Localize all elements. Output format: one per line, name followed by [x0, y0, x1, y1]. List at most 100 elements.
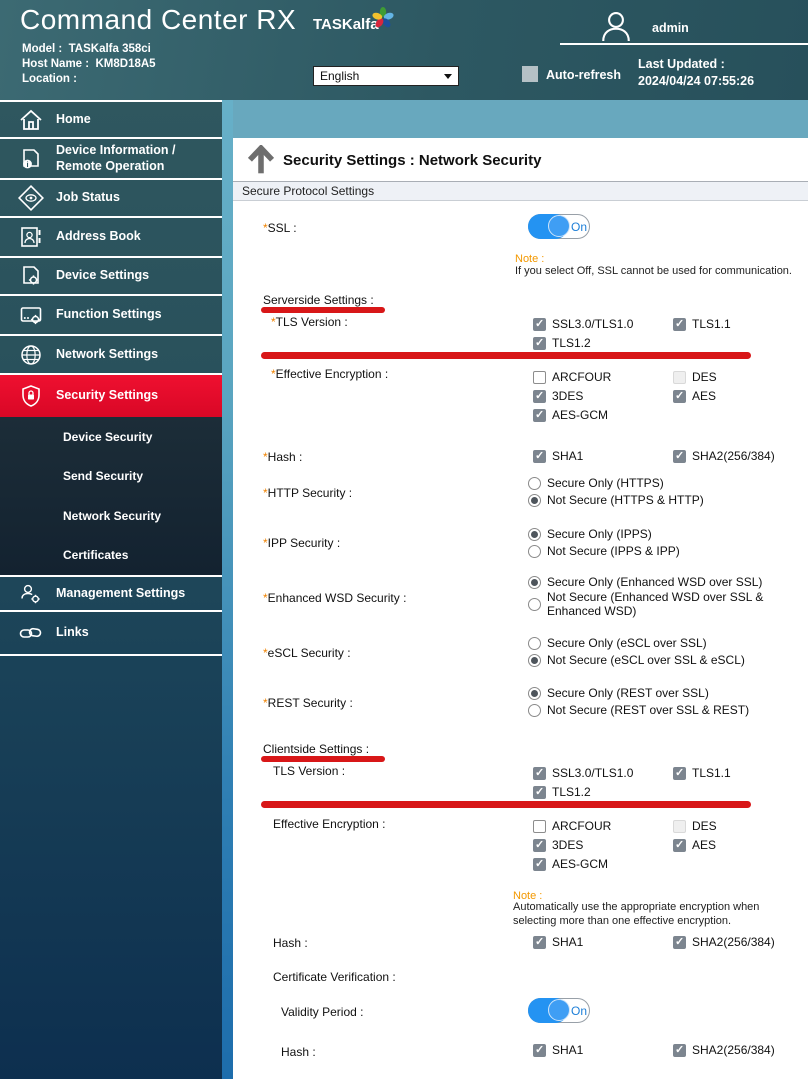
- header-divider: [560, 43, 808, 45]
- sidebar-subitem-certificates[interactable]: Certificates: [0, 536, 222, 576]
- checkbox-client-ssl30-tls10[interactable]: SSL3.0/TLS1.0: [533, 766, 633, 780]
- toggle-state-label: On: [569, 215, 589, 238]
- ssl-label: *SSL :: [263, 221, 297, 235]
- sidebar-accent-strip: [222, 100, 233, 1079]
- radio-circle: [528, 576, 541, 589]
- checkbox-tls11[interactable]: TLS1.1: [673, 317, 731, 331]
- auto-refresh-checkbox[interactable]: [522, 66, 538, 82]
- checkbox-aes[interactable]: AES: [673, 389, 716, 403]
- checkbox-client-aes-gcm[interactable]: AES-GCM: [533, 857, 608, 871]
- svg-text:i: i: [26, 160, 28, 169]
- checkbox-box: [533, 390, 546, 403]
- sidebar-item-function-settings[interactable]: Function Settings: [0, 296, 222, 336]
- checkbox-tls12[interactable]: TLS1.2: [533, 336, 591, 350]
- radio-http-secure-only[interactable]: Secure Only (HTTPS): [528, 476, 664, 490]
- checkbox-sha2[interactable]: SHA2(256/384): [673, 449, 775, 463]
- radio-wsd-secure-only[interactable]: Secure Only (Enhanced WSD over SSL): [528, 575, 762, 589]
- radio-escl-secure-only[interactable]: Secure Only (eSCL over SSL): [528, 636, 707, 650]
- radio-ipp-secure-only[interactable]: Secure Only (IPPS): [528, 527, 652, 541]
- radio-circle: [528, 545, 541, 558]
- content-top-band: [233, 100, 808, 138]
- auto-refresh-label: Auto-refresh: [546, 68, 621, 82]
- checkbox-box: [533, 318, 546, 331]
- checkbox-ssl30-tls10[interactable]: SSL3.0/TLS1.0: [533, 317, 633, 331]
- sidebar-item-management-settings[interactable]: Management Settings: [0, 577, 222, 612]
- checkbox-aes-gcm[interactable]: AES-GCM: [533, 408, 608, 422]
- sidebar-item-device-information[interactable]: i Device Information / Remote Operation: [0, 139, 222, 180]
- sidebar-item-links[interactable]: Links: [0, 612, 222, 656]
- pinwheel-icon: [371, 6, 395, 30]
- checkbox-arcfour[interactable]: ARCFOUR: [533, 370, 611, 384]
- home-icon: [18, 107, 44, 133]
- radio-ipp-not-secure[interactable]: Not Secure (IPPS & IPP): [528, 544, 680, 558]
- radio-escl-not-secure[interactable]: Not Secure (eSCL over SSL & eSCL): [528, 653, 745, 667]
- user-icon: [598, 8, 634, 44]
- back-up-arrow-icon[interactable]: [246, 145, 276, 177]
- checkbox-cert-sha1[interactable]: SHA1: [533, 1043, 583, 1057]
- checkbox-box: [673, 820, 686, 833]
- security-settings-submenu: Device Security Send Security Network Se…: [0, 417, 222, 577]
- sidebar-item-security-settings[interactable]: Security Settings: [0, 375, 222, 417]
- checkbox-client-des: DES: [673, 819, 717, 833]
- sidebar-item-address-book[interactable]: Address Book: [0, 218, 222, 258]
- job-status-icon: [18, 185, 44, 211]
- main-content: Security Settings : Network Security Sec…: [233, 100, 808, 1079]
- validity-period-label: Validity Period :: [281, 1005, 363, 1019]
- checkbox-box: [533, 820, 546, 833]
- checkbox-client-sha2[interactable]: SHA2(256/384): [673, 935, 775, 949]
- sidebar-item-job-status[interactable]: Job Status: [0, 180, 222, 218]
- security-settings-icon: [18, 383, 44, 409]
- sidebar-subitem-network-security[interactable]: Network Security: [0, 496, 222, 536]
- certificate-hash-label: Hash :: [281, 1045, 316, 1059]
- red-line-annotation: [261, 801, 751, 808]
- radio-rest-secure-only[interactable]: Secure Only (REST over SSL): [528, 686, 709, 700]
- ssl-toggle[interactable]: On: [528, 214, 590, 239]
- radio-http-not-secure[interactable]: Not Secure (HTTPS & HTTP): [528, 493, 704, 507]
- checkbox-box: [533, 839, 546, 852]
- checkbox-sha1[interactable]: SHA1: [533, 449, 583, 463]
- radio-circle: [528, 598, 541, 611]
- checkbox-3des[interactable]: 3DES: [533, 389, 583, 403]
- radio-wsd-not-secure[interactable]: Not Secure (Enhanced WSD over SSL & Enha…: [528, 590, 799, 619]
- sidebar: Home i Device Information / Remote Opera…: [0, 100, 222, 1079]
- sidebar-item-home[interactable]: Home: [0, 102, 222, 139]
- sidebar-subitem-device-security[interactable]: Device Security: [0, 417, 222, 457]
- radio-rest-not-secure[interactable]: Not Secure (REST over SSL & REST): [528, 703, 749, 717]
- encryption-note-text: Automatically use the appropriate encryp…: [513, 901, 803, 929]
- checkbox-box: [533, 337, 546, 350]
- serverside-effective-encryption-label: *Effective Encryption :: [271, 367, 388, 381]
- ipp-security-label: *IPP Security :: [263, 536, 340, 550]
- checkbox-box: [533, 767, 546, 780]
- radio-circle: [528, 494, 541, 507]
- radio-circle: [528, 654, 541, 667]
- clientside-settings-heading: Clientside Settings :: [263, 742, 369, 756]
- checkbox-client-tls11[interactable]: TLS1.1: [673, 766, 731, 780]
- red-underline-annotation: [261, 756, 385, 762]
- sidebar-item-network-settings[interactable]: Network Settings: [0, 336, 222, 375]
- sidebar-item-device-settings[interactable]: Device Settings: [0, 258, 222, 296]
- checkbox-box: [533, 936, 546, 949]
- checkbox-client-3des[interactable]: 3DES: [533, 838, 583, 852]
- red-line-annotation: [261, 352, 751, 359]
- radio-circle: [528, 477, 541, 490]
- radio-circle: [528, 528, 541, 541]
- checkbox-cert-sha2[interactable]: SHA2(256/384): [673, 1043, 775, 1057]
- language-select[interactable]: English: [313, 66, 459, 86]
- checkbox-box: [673, 936, 686, 949]
- checkbox-client-tls12[interactable]: TLS1.2: [533, 785, 591, 799]
- checkbox-box: [673, 318, 686, 331]
- last-updated-value: 2024/04/24 07:55:26: [638, 74, 754, 88]
- rest-security-label: *REST Security :: [263, 696, 353, 710]
- sidebar-subitem-send-security[interactable]: Send Security: [0, 457, 222, 497]
- function-settings-icon: [18, 302, 44, 328]
- checkbox-client-sha1[interactable]: SHA1: [533, 935, 583, 949]
- toggle-knob: [548, 215, 570, 237]
- validity-period-toggle[interactable]: On: [528, 998, 590, 1023]
- clientside-tls-version-label: TLS Version :: [273, 764, 345, 778]
- checkbox-des: DES: [673, 370, 717, 384]
- checkbox-client-arcfour[interactable]: ARCFOUR: [533, 819, 611, 833]
- model-line: Model : TASKalfa 358ci: [22, 43, 151, 55]
- ssl-note-text: If you select Off, SSL cannot be used fo…: [515, 265, 805, 279]
- network-settings-icon: [18, 342, 44, 368]
- checkbox-client-aes[interactable]: AES: [673, 838, 716, 852]
